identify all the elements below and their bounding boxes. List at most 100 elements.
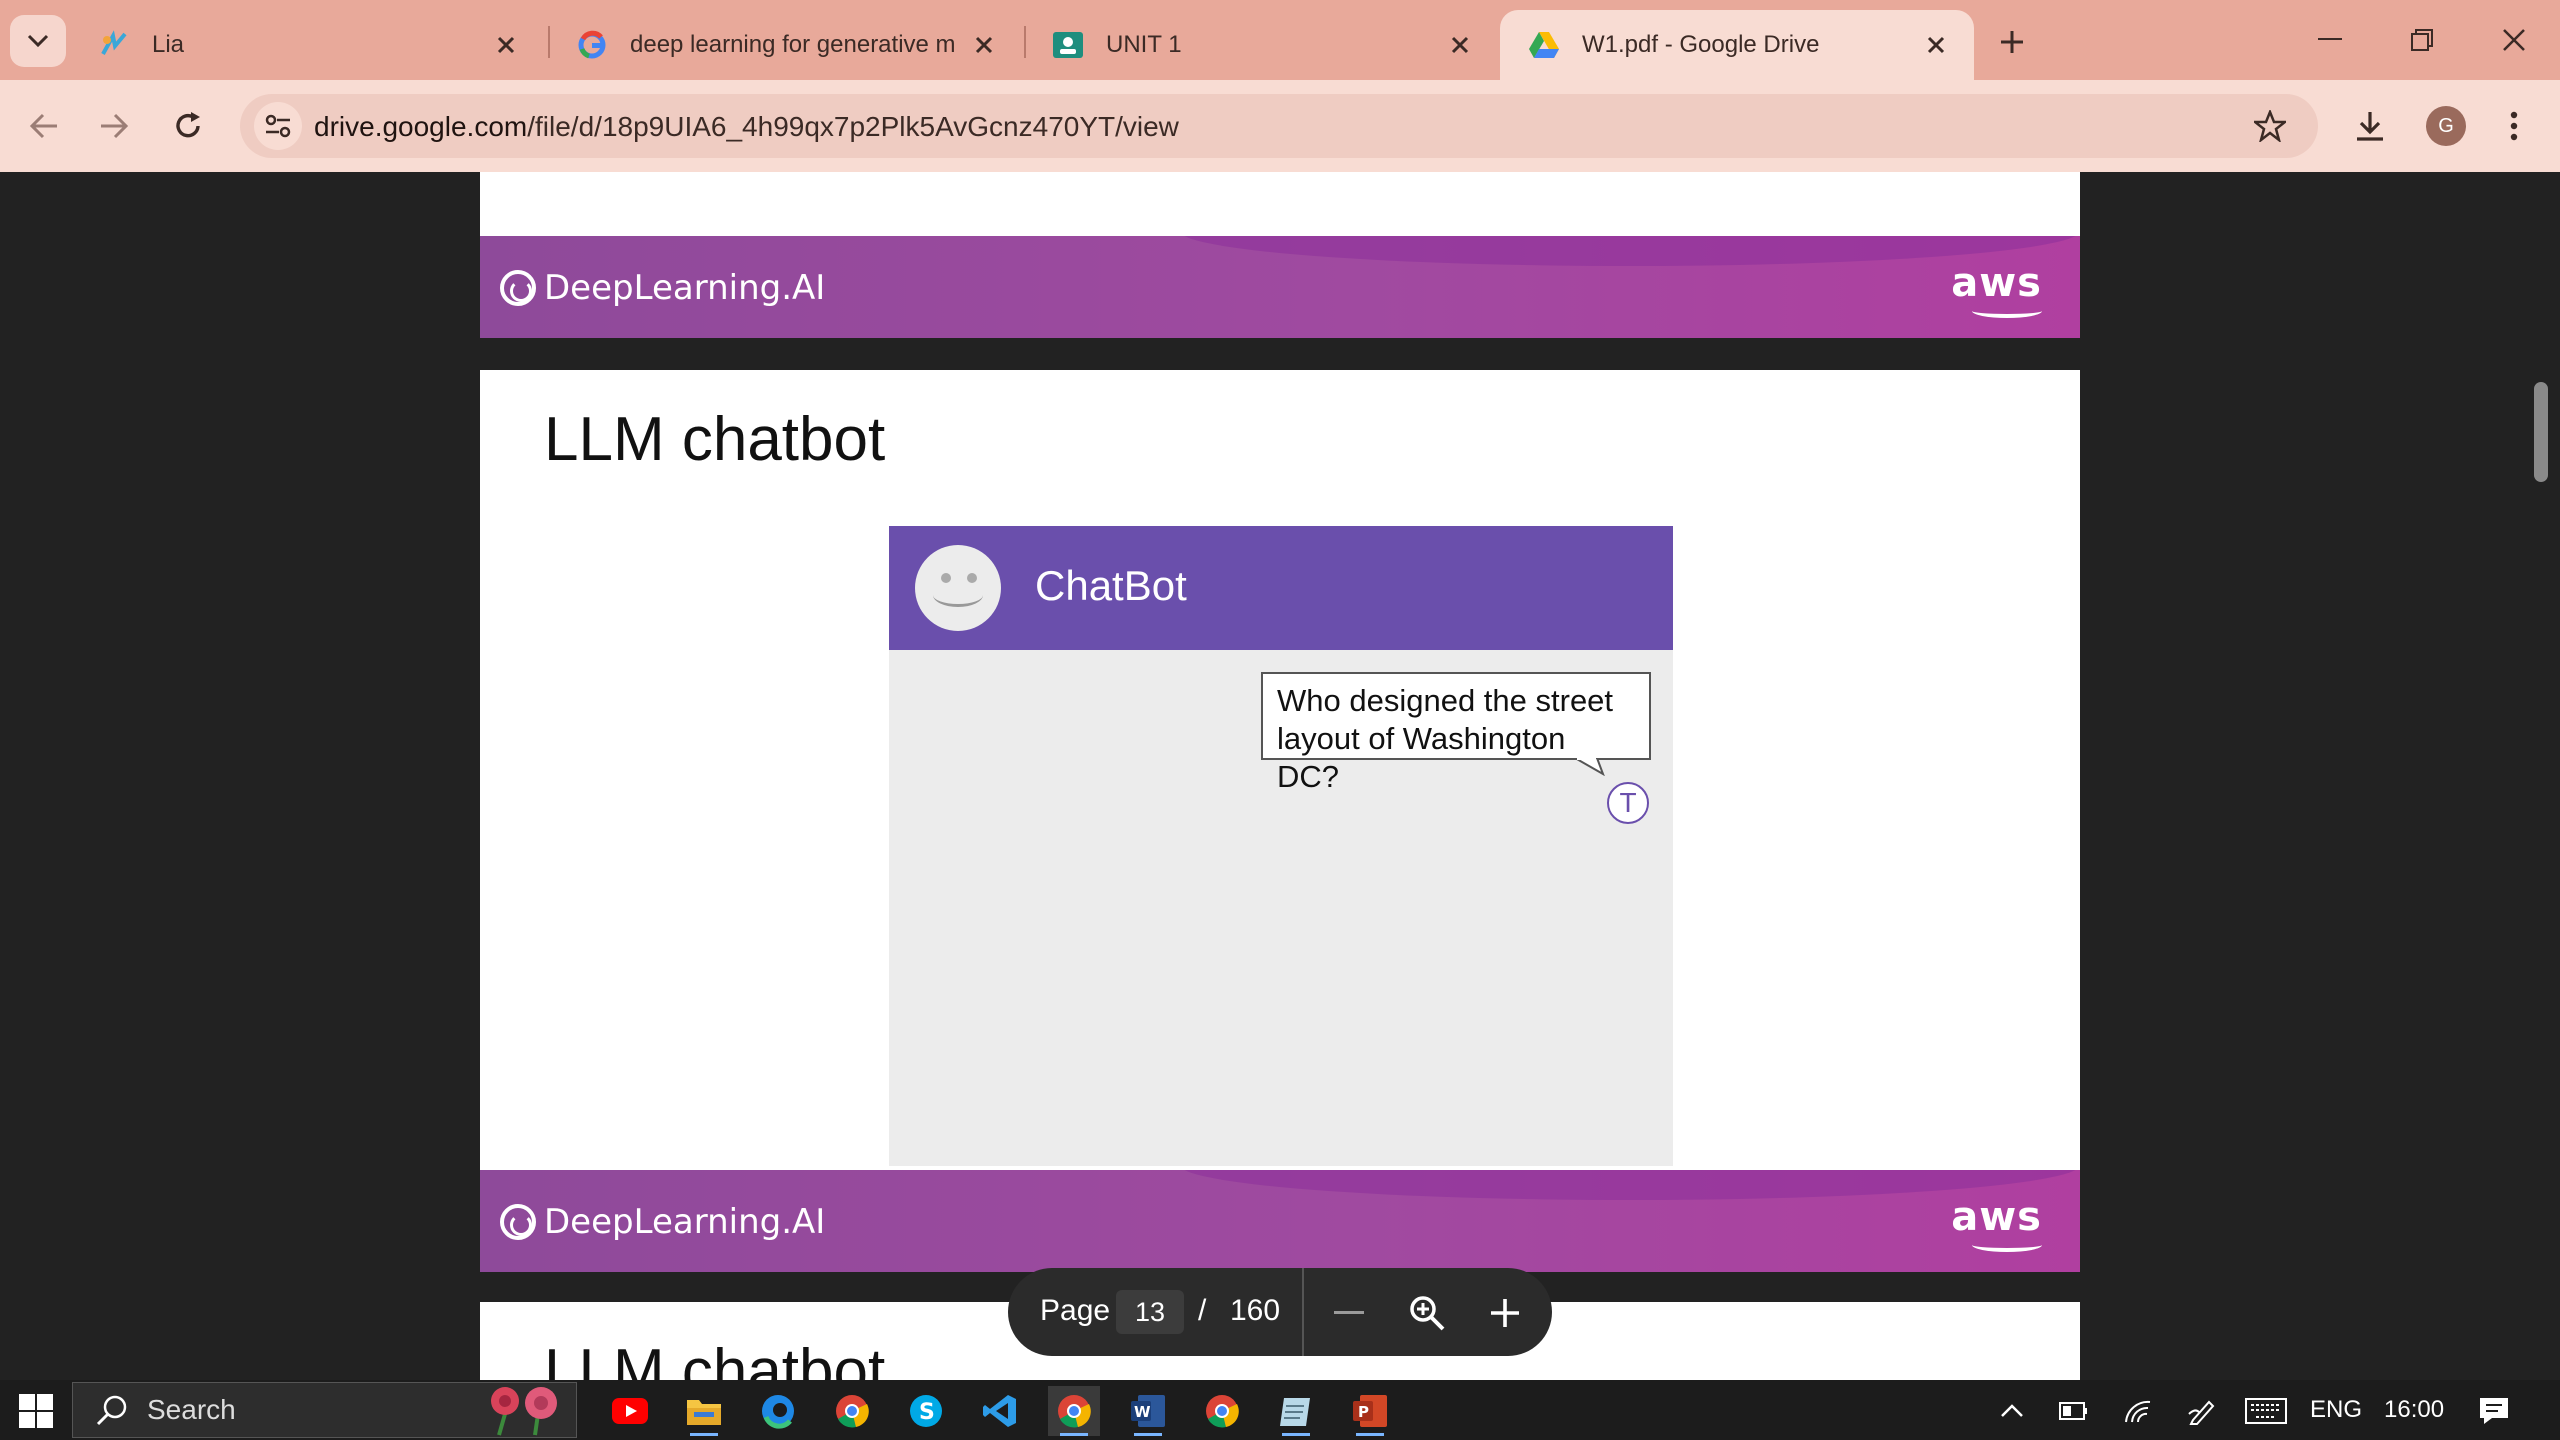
tab-title: deep learning for generative m [630, 31, 956, 58]
clock[interactable]: 16:00 [2384, 1396, 2444, 1424]
scrollbar-thumb[interactable] [2534, 382, 2548, 482]
profile-avatar[interactable]: G [2426, 106, 2466, 146]
deeplearning-ai-logo: DeepLearning.AI [500, 268, 825, 308]
tab-title: Lia [152, 31, 185, 58]
deeplearning-ai-logo-mark [500, 1204, 536, 1240]
taskbar-notepad[interactable] [1270, 1386, 1322, 1436]
close-icon[interactable] [1920, 29, 1952, 61]
taskbar-youtube[interactable] [604, 1386, 656, 1436]
reload-button[interactable] [164, 102, 212, 150]
battery-status[interactable] [2048, 1386, 2100, 1436]
aws-smile-icon [1972, 304, 2042, 318]
zoom-icon [1410, 1296, 1445, 1331]
browser-toolbar: drive.google.com/file/d/18p9UIA6_4h99qx7… [0, 80, 2560, 172]
taskbar-powerpoint[interactable]: P [1344, 1386, 1396, 1436]
youtube-icon [612, 1398, 648, 1424]
input-language[interactable]: ENG [2310, 1396, 2362, 1424]
wifi-icon [2125, 1400, 2151, 1423]
screen: Lia deep learning for generative m UNIT … [0, 0, 2560, 1440]
tab-google-search[interactable]: deep learning for generative m [548, 10, 1022, 80]
vscode-icon [983, 1395, 1016, 1427]
more-vertical-icon [2510, 111, 2518, 141]
word-icon: W [1131, 1395, 1165, 1427]
roses-decoration-icon [491, 1387, 557, 1436]
folder-icon [687, 1400, 721, 1425]
zoom-out-button[interactable] [1326, 1290, 1372, 1336]
url-domain: drive.google.com [314, 111, 528, 142]
page-total: 160 [1230, 1294, 1281, 1327]
zoom-in-button[interactable] [1482, 1290, 1528, 1336]
svg-text:S: S [919, 1400, 935, 1425]
url-text[interactable]: drive.google.com/file/d/18p9UIA6_4h99qx7… [314, 111, 1179, 143]
slide-footer-banner: DeepLearning.AI aws [480, 236, 2080, 338]
notepad-icon [1280, 1398, 1310, 1426]
deeplearning-ai-logo-mark [500, 270, 536, 306]
svg-text:W: W [1134, 1403, 1151, 1421]
aws-logo: aws [1951, 1194, 2042, 1240]
pen-icon [2188, 1400, 2215, 1425]
touch-keyboard-button[interactable] [2240, 1386, 2292, 1436]
tab-bar: Lia deep learning for generative m UNIT … [0, 0, 2560, 80]
minimize-icon [2318, 38, 2342, 40]
tab-search-button[interactable] [10, 15, 66, 67]
svg-text:P: P [1358, 1403, 1369, 1421]
keyboard-icon [2245, 1398, 2287, 1424]
taskbar-skype[interactable]: S [900, 1386, 952, 1436]
wifi-status[interactable] [2112, 1386, 2164, 1436]
slide-footer-banner: DeepLearning.AI aws [480, 1170, 2080, 1272]
chatbot-name: ChatBot [1035, 562, 1187, 609]
start-button[interactable] [10, 1386, 62, 1436]
forward-button[interactable] [90, 102, 138, 150]
taskbar-chrome-2[interactable] [1196, 1386, 1248, 1436]
zoom-fit-button[interactable] [1404, 1290, 1450, 1336]
slide-title: LLM chatbot [544, 405, 886, 474]
taskbar-file-explorer[interactable] [678, 1386, 730, 1436]
page-number-input[interactable]: 13 [1116, 1290, 1184, 1334]
user-avatar: T [1607, 782, 1649, 824]
close-window-button[interactable] [2484, 12, 2544, 68]
star-icon [2254, 110, 2286, 142]
pdf-page-previous: DeepLearning.AI aws [480, 172, 2080, 338]
download-icon [2357, 112, 2383, 141]
taskbar-chrome-profile-active[interactable] [1048, 1386, 1100, 1436]
new-tab-button[interactable] [1990, 20, 2034, 64]
taskbar-word[interactable]: W [1122, 1386, 1174, 1436]
taskbar-search-label: Search [147, 1394, 236, 1425]
restore-button[interactable] [2392, 12, 2452, 68]
slide-title: LLM chatbot [544, 1337, 886, 1380]
arrow-left-icon [29, 113, 57, 139]
downloads-button[interactable] [2346, 102, 2394, 150]
aws-logo: aws [1951, 260, 2042, 306]
browser-menu-button[interactable] [2490, 102, 2538, 150]
tab-lia[interactable]: Lia [70, 10, 544, 80]
address-bar[interactable]: drive.google.com/file/d/18p9UIA6_4h99qx7… [240, 94, 2318, 158]
page-controls: Page 13 / 160 [1008, 1268, 1552, 1356]
edge-icon [762, 1395, 794, 1429]
taskbar-search[interactable]: Search [72, 1382, 577, 1438]
bookmark-star-button[interactable] [2250, 106, 2290, 146]
pen-menu[interactable] [2176, 1386, 2228, 1436]
taskbar-chrome[interactable] [826, 1386, 878, 1436]
chatbot-window: ChatBot Who designed the street layout o… [889, 526, 1673, 1166]
reload-icon [176, 112, 200, 138]
close-icon[interactable] [968, 29, 1000, 61]
tab-w1-pdf[interactable]: W1.pdf - Google Drive [1500, 10, 1974, 80]
back-button[interactable] [20, 102, 68, 150]
powerpoint-icon: P [1353, 1395, 1387, 1427]
close-icon[interactable] [490, 29, 522, 61]
close-icon[interactable] [1444, 29, 1476, 61]
tab-unit-1[interactable]: UNIT 1 [1024, 10, 1498, 80]
tab-title: W1.pdf - Google Drive [1582, 31, 1820, 58]
taskbar-edge[interactable] [752, 1386, 804, 1436]
minimize-button[interactable] [2300, 12, 2360, 68]
pdf-viewer[interactable]: DeepLearning.AI aws LLM chatbot ChatBot [0, 172, 2560, 1380]
chrome-icon [1058, 1395, 1091, 1428]
notifications-button[interactable] [2468, 1386, 2520, 1436]
minus-icon [1334, 1311, 1364, 1314]
show-hidden-icons-button[interactable] [1986, 1386, 2038, 1436]
site-settings-icon[interactable] [254, 102, 302, 150]
close-icon [2503, 29, 2525, 51]
deeplearning-ai-logo: DeepLearning.AI [500, 1202, 825, 1242]
taskbar-vscode[interactable] [974, 1386, 1026, 1436]
divider [1302, 1268, 1304, 1356]
